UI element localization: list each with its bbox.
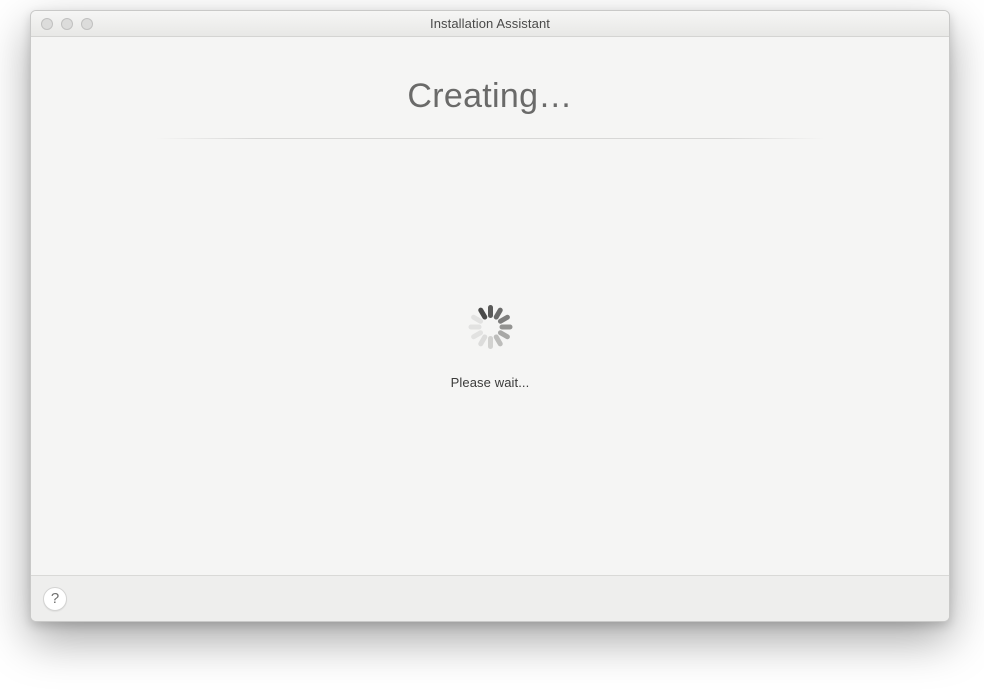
- heading-area: Creating…: [31, 37, 949, 138]
- help-icon: ?: [51, 590, 59, 607]
- center-area: Please wait...: [451, 139, 530, 575]
- installation-assistant-window: Installation Assistant Creating…: [30, 10, 950, 622]
- content-area: Creating… Please wait...: [31, 37, 949, 575]
- status-text: Please wait...: [451, 375, 530, 390]
- window-title: Installation Assistant: [31, 16, 949, 31]
- help-button[interactable]: ?: [43, 587, 67, 611]
- titlebar: Installation Assistant: [31, 11, 949, 37]
- page-heading: Creating…: [31, 77, 949, 116]
- bottombar: ?: [31, 575, 949, 621]
- spinner-icon: [468, 305, 512, 349]
